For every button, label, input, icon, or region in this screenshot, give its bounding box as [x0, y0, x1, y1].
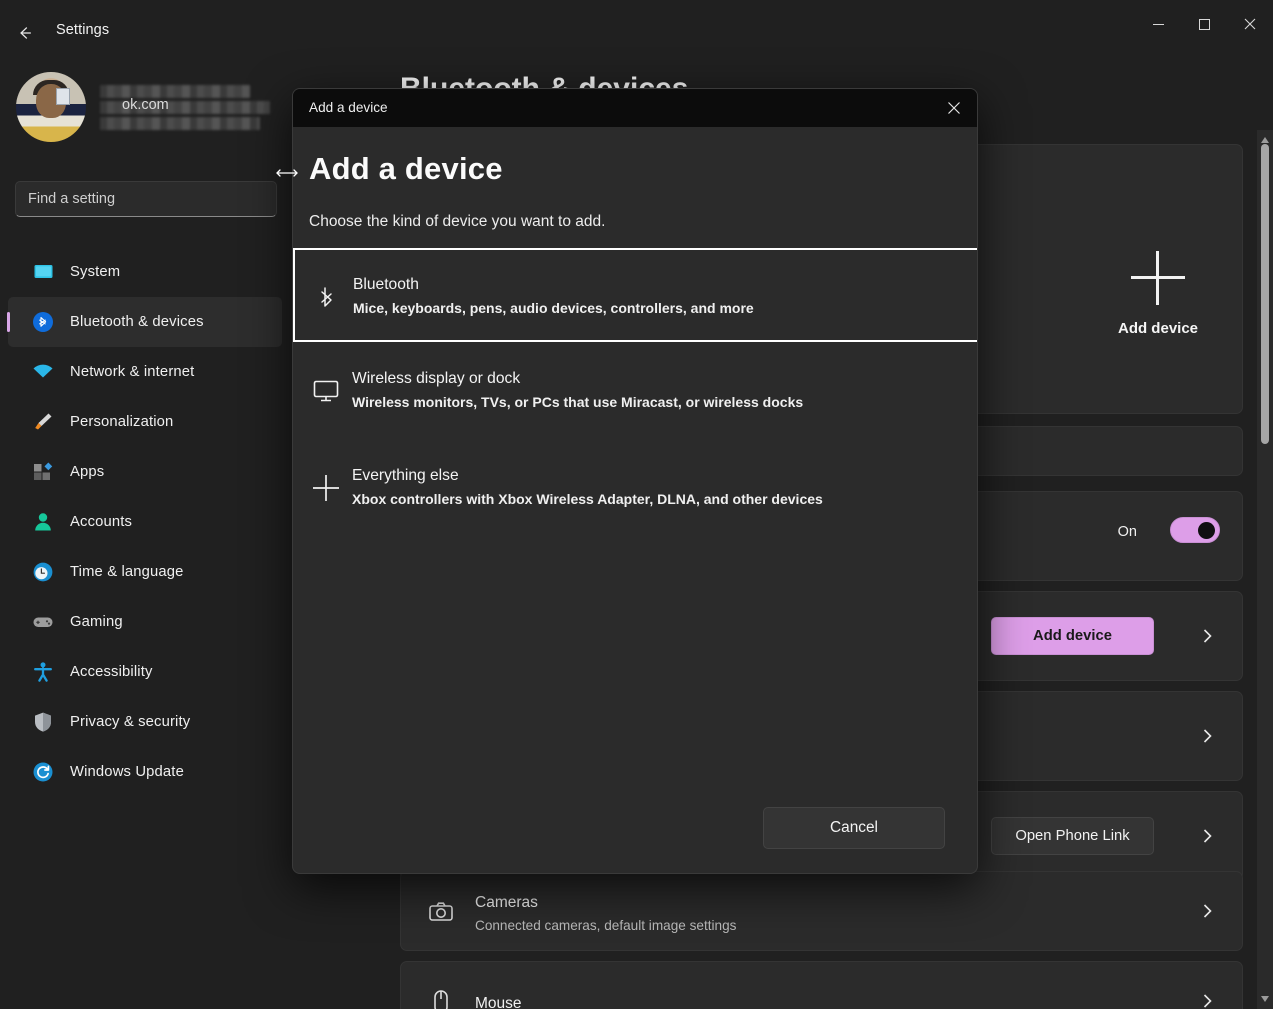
settings-window: Settings ok.com Find a setting System Bl… — [0, 0, 1273, 1009]
bluetooth-state-label: On — [1117, 524, 1137, 540]
list-item-title: Mouse — [475, 995, 522, 1009]
bluetooth-toggle[interactable] — [1170, 517, 1220, 543]
list-item-title: Cameras — [475, 894, 538, 911]
device-option-title: Bluetooth — [353, 276, 419, 293]
list-item-subtitle: Connected cameras, default image setting… — [475, 918, 737, 933]
account-email-tail: ok.com — [122, 97, 169, 113]
sidebar-item-time-language[interactable]: Time & language — [8, 547, 282, 597]
mouse-icon — [427, 988, 455, 1009]
wifi-icon — [32, 361, 54, 383]
window-title: Settings — [56, 22, 110, 38]
camera-icon — [427, 898, 455, 926]
display-icon — [311, 376, 341, 406]
apps-icon — [32, 461, 54, 483]
bluetooth-icon — [32, 311, 54, 333]
search-input[interactable]: Find a setting — [15, 181, 277, 217]
shield-icon — [32, 711, 54, 733]
sidebar-item-accessibility[interactable]: Accessibility — [8, 647, 282, 697]
list-item[interactable]: Cameras Connected cameras, default image… — [400, 871, 1243, 951]
device-option-bluetooth[interactable]: Bluetooth Mice, keyboards, pens, audio d… — [293, 248, 977, 342]
back-arrow-icon[interactable] — [8, 17, 42, 49]
device-option-title: Wireless display or dock — [352, 370, 521, 387]
close-icon[interactable] — [931, 89, 977, 127]
minimize-button[interactable] — [1135, 0, 1181, 48]
accessibility-icon — [32, 661, 54, 683]
sidebar-item-label: Personalization — [70, 414, 174, 430]
sidebar-item-label: Time & language — [70, 564, 184, 580]
paintbrush-icon — [32, 411, 54, 433]
sidebar-item-network-internet[interactable]: Network & internet — [8, 347, 282, 397]
sidebar-item-apps[interactable]: Apps — [8, 447, 282, 497]
sidebar-item-label: Network & internet — [70, 364, 195, 380]
device-option-everything-else[interactable]: Everything else Xbox controllers with Xb… — [294, 441, 977, 535]
scrollbar-thumb[interactable] — [1261, 144, 1269, 444]
scroll-down-icon[interactable] — [1257, 991, 1273, 1007]
device-option-title: Everything else — [352, 467, 459, 484]
clock-icon — [32, 561, 54, 583]
sidebar: ok.com Find a setting System Bluetooth &… — [0, 66, 290, 1009]
chevron-right-icon — [1201, 726, 1214, 751]
plus-icon — [1131, 251, 1185, 305]
dialog-subheading: Choose the kind of device you want to ad… — [309, 213, 606, 230]
sidebar-item-label: Apps — [70, 464, 105, 480]
sidebar-nav: System Bluetooth & devices Network & int… — [7, 247, 282, 797]
add-device-button[interactable]: Add device — [991, 617, 1154, 655]
dialog-titlebar: Add a device — [293, 89, 977, 127]
sidebar-item-label: Gaming — [70, 614, 123, 630]
add-device-tile-label: Add device — [1117, 320, 1199, 337]
horizontal-resize-cursor — [276, 166, 298, 180]
gamepad-icon — [32, 611, 54, 633]
sidebar-item-windows-update[interactable]: Windows Update — [8, 747, 282, 797]
plus-icon — [311, 473, 341, 503]
device-option-subtitle: Wireless monitors, TVs, or PCs that use … — [352, 394, 804, 410]
close-button[interactable] — [1227, 0, 1273, 48]
device-option-subtitle: Mice, keyboards, pens, audio devices, co… — [353, 300, 754, 316]
monitor-icon — [32, 261, 54, 283]
open-phone-link-button[interactable]: Open Phone Link — [991, 817, 1154, 855]
window-controls — [1135, 0, 1273, 48]
chevron-right-icon — [1201, 826, 1214, 851]
sidebar-item-bluetooth-devices[interactable]: Bluetooth & devices — [7, 297, 282, 347]
window-titlebar: Settings — [0, 0, 1273, 66]
sidebar-item-label: Accounts — [70, 514, 133, 530]
list-item[interactable]: Mouse — [400, 961, 1243, 1009]
sidebar-item-label: Windows Update — [70, 764, 184, 780]
dialog-titlebar-label: Add a device — [309, 100, 388, 115]
add-a-device-dialog: Add a device Add a device Choose the kin… — [292, 88, 978, 874]
person-icon — [32, 511, 54, 533]
dialog-heading: Add a device — [309, 151, 503, 186]
sidebar-item-personalization[interactable]: Personalization — [8, 397, 282, 447]
device-option-wireless-display[interactable]: Wireless display or dock Wireless monito… — [294, 344, 977, 438]
sidebar-item-label: Privacy & security — [70, 714, 191, 730]
chevron-right-icon — [1201, 991, 1214, 1009]
update-icon — [32, 761, 54, 783]
avatar — [16, 72, 86, 142]
sidebar-item-privacy-security[interactable]: Privacy & security — [8, 697, 282, 747]
maximize-button[interactable] — [1181, 0, 1227, 48]
sidebar-item-label: Accessibility — [70, 664, 153, 680]
sidebar-item-accounts[interactable]: Accounts — [8, 497, 282, 547]
sidebar-item-system[interactable]: System — [8, 247, 282, 297]
sidebar-item-gaming[interactable]: Gaming — [8, 597, 282, 647]
cancel-button[interactable]: Cancel — [763, 807, 945, 849]
device-option-subtitle: Xbox controllers with Xbox Wireless Adap… — [352, 491, 823, 507]
chevron-right-icon — [1201, 626, 1214, 651]
search-placeholder: Find a setting — [28, 191, 116, 207]
chevron-right-icon — [1201, 901, 1214, 926]
bluetooth-icon — [312, 282, 342, 312]
sidebar-item-label: System — [70, 264, 121, 280]
sidebar-item-label: Bluetooth & devices — [70, 314, 204, 330]
vertical-scrollbar[interactable] — [1257, 130, 1273, 1009]
